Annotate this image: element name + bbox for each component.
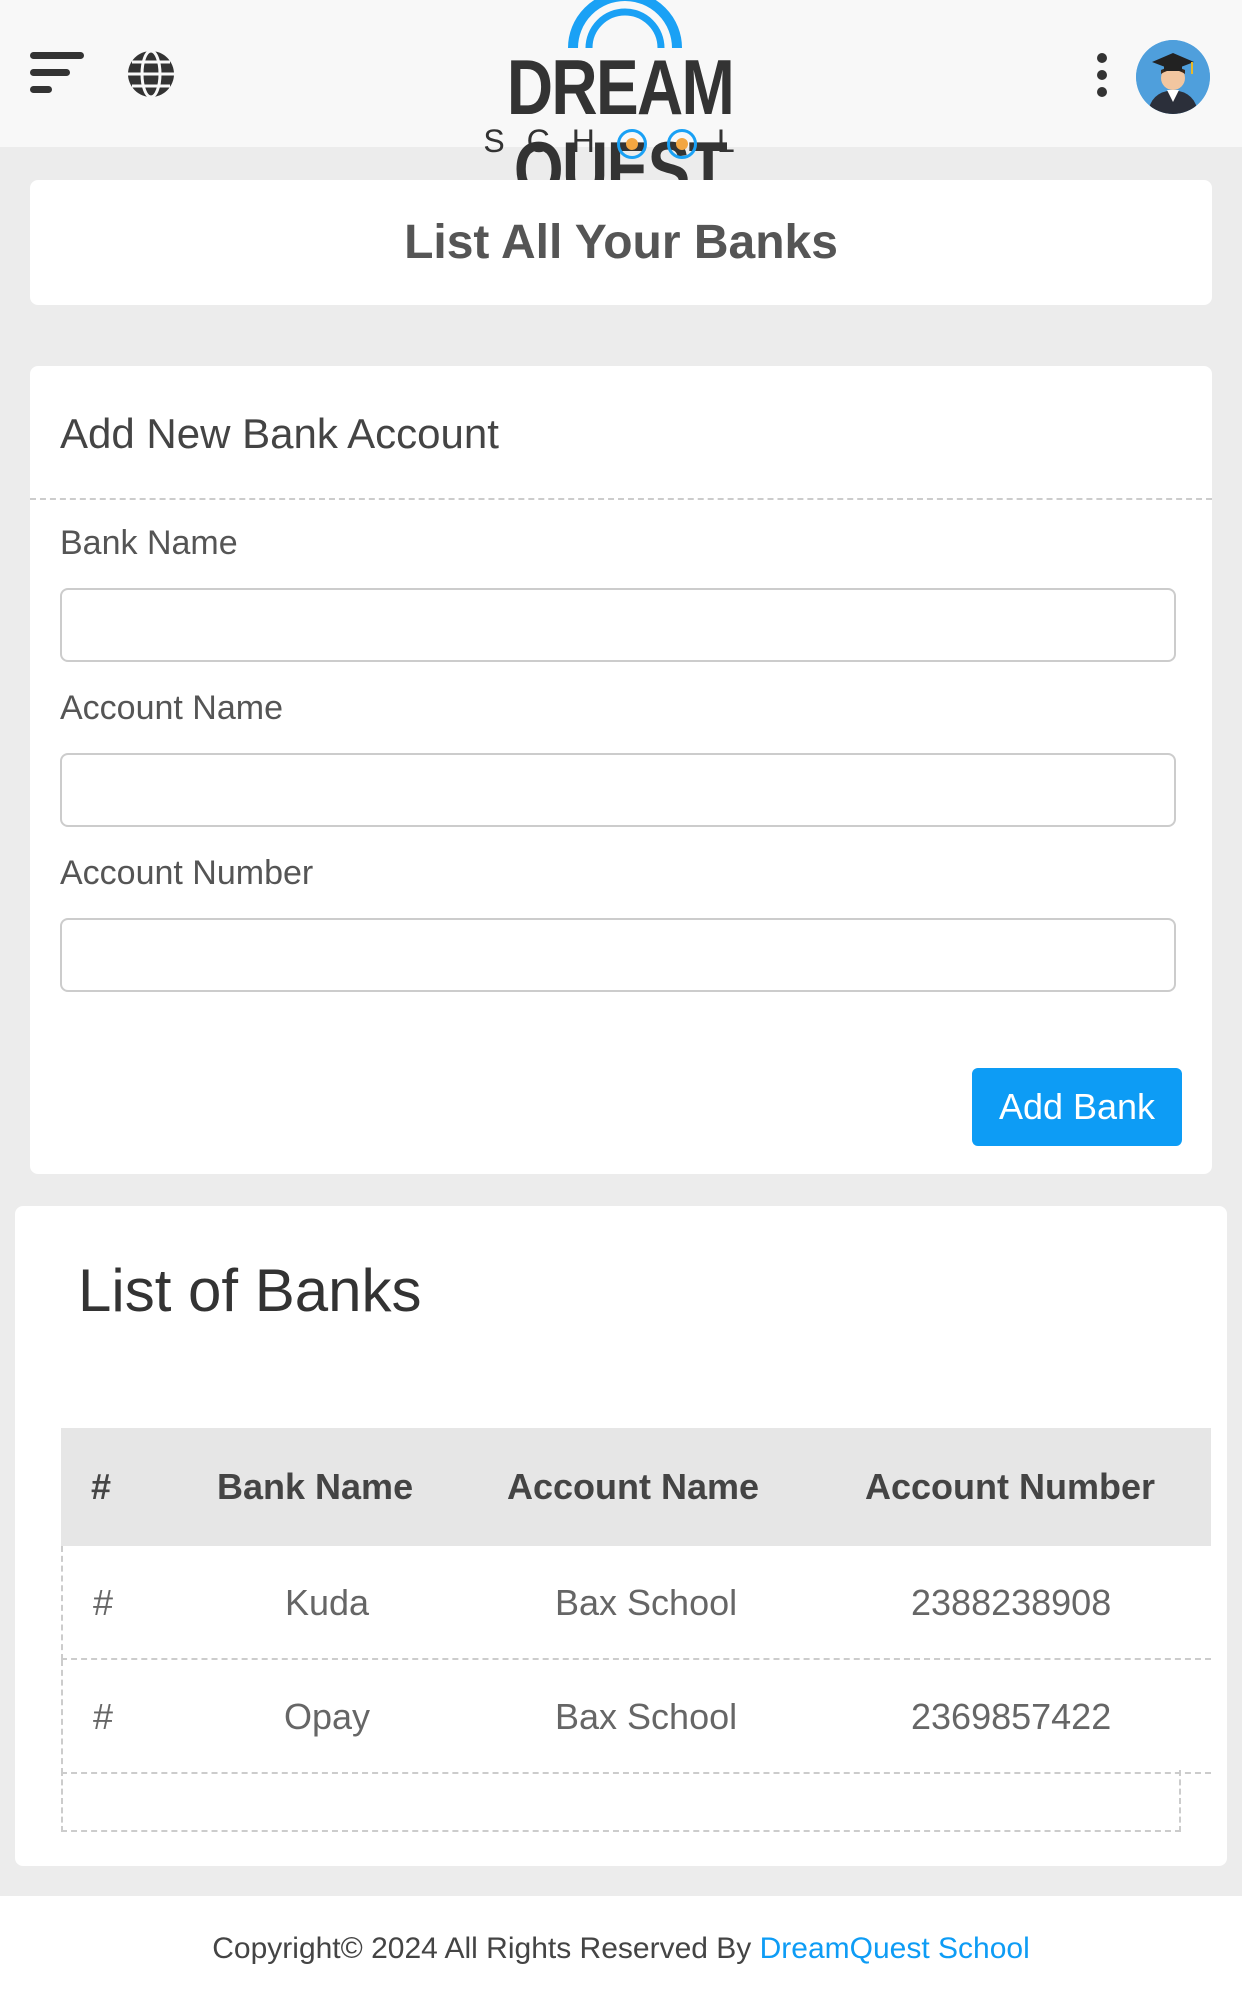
kebab-menu-icon[interactable] [1092, 52, 1112, 98]
add-bank-button[interactable]: Add Bank [972, 1068, 1182, 1146]
row-account-number: 2369857422 [911, 1696, 1112, 1737]
table-header: # Bank Name Account Name Account Number [61, 1428, 1211, 1546]
bank-name-label: Bank Name [60, 524, 238, 562]
footer-text: Copyright© 2024 All Rights Reserved By D… [0, 1932, 1242, 1966]
logo-o-icon [666, 128, 697, 159]
form-heading: Add New Bank Account [60, 410, 499, 457]
form-header: Add New Bank Account [30, 366, 1212, 500]
logo-subtitle-end: L [716, 123, 757, 159]
account-name-label: Account Name [60, 689, 283, 727]
column-header-account-number: Account Number [865, 1466, 1156, 1507]
row-account-name: Bax School [555, 1582, 738, 1623]
row-bank-name: Kuda [285, 1582, 370, 1623]
bank-name-input[interactable] [60, 588, 1176, 662]
footer-school-link[interactable]: DreamQuest School [760, 1932, 1030, 1965]
account-name-input[interactable] [60, 753, 1176, 827]
page-title-card: List All Your Banks [30, 180, 1212, 305]
column-header-bank-name: Bank Name [217, 1466, 414, 1507]
graduate-avatar-icon [1136, 40, 1210, 114]
row-number: # [93, 1582, 114, 1623]
table-row[interactable]: # Opay Bax School 2369857422 [61, 1660, 1211, 1774]
logo-subtitle-start: SCH [483, 123, 617, 159]
avatar[interactable] [1136, 40, 1210, 114]
account-number-label: Account Number [60, 854, 314, 892]
app-header: DREAM QUEST SCH L [0, 0, 1242, 210]
column-header-number: # [91, 1466, 112, 1507]
row-number: # [93, 1696, 114, 1737]
logo-subtitle: SCH L [430, 124, 810, 159]
globe-icon[interactable] [125, 48, 177, 100]
column-header-account-name: Account Name [507, 1466, 760, 1507]
row-account-name: Bax School [555, 1696, 738, 1737]
footer: Copyright© 2024 All Rights Reserved By D… [0, 1896, 1242, 2001]
table-row[interactable]: # Kuda Bax School 2388238908 [61, 1546, 1211, 1660]
copyright-text: Copyright© 2024 All Rights Reserved By [212, 1932, 760, 1965]
logo-o-icon [616, 128, 647, 159]
table-empty-row [61, 1770, 1181, 1832]
row-bank-name: Opay [284, 1696, 371, 1737]
row-account-number: 2388238908 [911, 1582, 1112, 1623]
menu-icon[interactable] [30, 50, 84, 96]
add-bank-form: Add New Bank Account Bank Name Account N… [30, 366, 1212, 1174]
page-title: List All Your Banks [404, 216, 838, 269]
bank-list-card: List of Banks # Bank Name Account Name A… [15, 1206, 1227, 1866]
logo-arc-icon [568, 0, 682, 48]
school-logo[interactable]: DREAM QUEST SCH L [430, 0, 810, 210]
list-title: List of Banks [78, 1257, 422, 1324]
account-number-input[interactable] [60, 918, 1176, 992]
